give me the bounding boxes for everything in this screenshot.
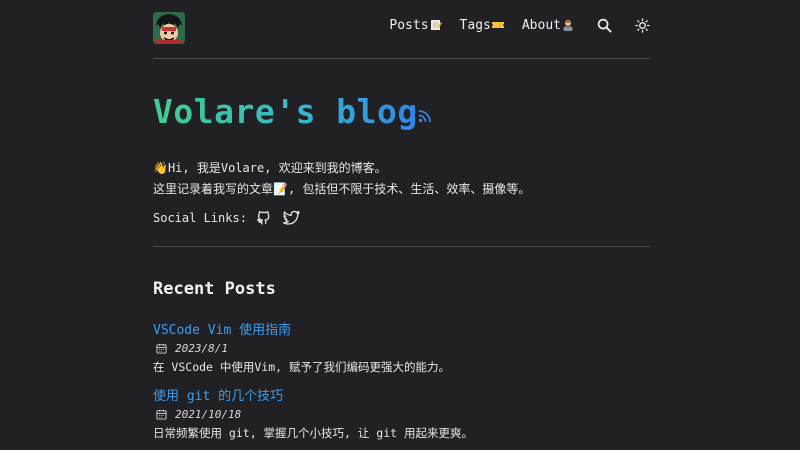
post-description: 在 VSCode 中使用Vim, 赋予了我们编码更强大的能力。 [153,360,451,374]
intro-line-1: 👋Hi, 我是Volare, 欢迎来到我的博客。 [153,161,387,175]
post-date: 2023/8/1 [153,342,450,355]
social-links: Social Links: [153,209,301,227]
intro-line-2: 这里记录着我写的文章📝, 包括但不限于技术、生活、效率、摄像等。 [153,182,531,196]
nav-about-label: About [521,17,561,33]
post-title-link[interactable]: 使用 git 的几个技巧 [153,385,473,404]
person-icon [562,19,574,31]
sun-icon[interactable] [634,17,650,33]
calendar-icon [156,343,167,354]
github-icon[interactable] [256,209,274,227]
nav-tags-label: Tags [459,17,491,33]
page-title: Volare's blog [153,92,418,131]
post-date-text: 2023/8/1 [175,342,228,355]
search-icon[interactable] [596,17,612,33]
intro: 👋Hi, 我是Volare, 欢迎来到我的博客。 这里记录着我写的文章📝, 包括… [153,158,530,200]
ticket-icon [491,19,504,31]
twitter-icon[interactable] [282,209,301,227]
recent-posts-heading: Recent Posts [153,279,276,299]
post-date-text: 2021/10/18 [175,408,242,421]
rss-icon[interactable] [418,108,432,123]
page-container: Posts Tags About Volare's blog 👋Hi, 我是Vo… [153,0,650,440]
calendar-icon [156,409,167,420]
main-nav: Posts Tags About [371,17,650,33]
nav-posts[interactable]: Posts [389,17,442,33]
post-item: 使用 git 的几个技巧 2021/10/18 日常频繁使用 git, 掌握几个… [153,385,473,441]
nav-posts-label: Posts [389,17,429,33]
section-divider [153,246,650,247]
social-label: Social Links: [153,211,247,225]
post-item: VSCode Vim 使用指南 2023/8/1 在 VSCode 中使用Vim… [153,319,450,375]
avatar[interactable] [153,12,185,44]
memo-icon [430,19,442,31]
post-date: 2021/10/18 [153,408,473,421]
nav-about[interactable]: About [522,18,574,33]
nav-tags[interactable]: Tags [460,18,504,33]
post-description: 日常频繁使用 git, 掌握几个小技巧, 让 git 用起来更爽。 [153,426,474,440]
post-title-link[interactable]: VSCode Vim 使用指南 [153,319,450,338]
site-header: Posts Tags About [153,0,650,59]
